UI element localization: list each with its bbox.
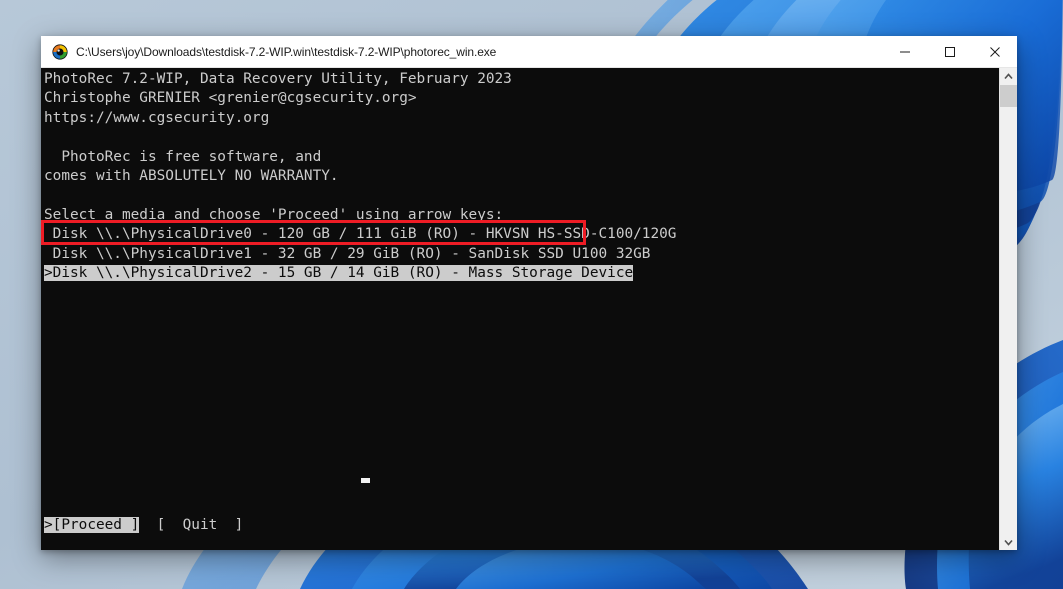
console-line-blank-13 [44,477,989,496]
maximize-icon [944,46,955,57]
vertical-scrollbar[interactable] [999,68,1017,550]
console-line-banner-version: PhotoRec 7.2-WIP, Data Recovery Utility,… [44,71,512,87]
terminal-area: PhotoRec 7.2-WIP, Data Recovery Utility,… [41,68,1017,550]
terminal-screen[interactable]: PhotoRec 7.2-WIP, Data Recovery Utility,… [41,68,989,550]
minimize-icon [899,51,910,52]
window-controls [882,36,1017,67]
chevron-up-icon [1004,73,1013,80]
console-line-blank-4 [44,303,989,322]
photorec-app-icon [52,43,68,60]
scrollbar-thumb[interactable] [1000,85,1017,107]
text-cursor [361,478,370,483]
maximize-button[interactable] [927,36,972,67]
console-line-blank-3 [44,283,989,302]
console-line-blank-5 [44,322,989,341]
console-line-blank-6 [44,341,989,360]
minimize-button[interactable] [882,36,927,67]
close-icon [989,46,1000,57]
disk-list-item-physicaldrive2-label: >Disk \\.\PhysicalDrive2 - 15 GB / 14 Gi… [44,264,634,281]
disk-list-item-physicaldrive2-selected[interactable]: >Disk \\.\PhysicalDrive2 - 15 GB / 14 Gi… [44,264,989,283]
console-line-blank-1 [44,128,989,147]
scrollbar-down-button[interactable] [1000,534,1017,550]
scrollbar-track[interactable] [1000,85,1017,534]
disk-list-item-physicaldrive1[interactable]: Disk \\.\PhysicalDrive1 - 32 GB / 29 GiB… [44,245,989,264]
console-line-blank-10 [44,419,989,438]
proceed-button[interactable]: >[Proceed ] [44,516,140,533]
console-line-blank-7 [44,361,989,380]
close-button[interactable] [972,36,1017,67]
console-line-license-2: comes with ABSOLUTELY NO WARRANTY. [44,167,339,184]
console-line-prompt-select: Select a media and choose 'Proceed' usin… [44,206,504,223]
button-gap [139,517,156,533]
chevron-down-icon [1004,539,1013,546]
window-title: C:\Users\joy\Downloads\testdisk-7.2-WIP.… [76,44,497,59]
title-bar[interactable]: C:\Users\joy\Downloads\testdisk-7.2-WIP.… [41,36,1017,68]
quit-button[interactable]: [ Quit ] [157,517,244,533]
photorec-console-window: C:\Users\joy\Downloads\testdisk-7.2-WIP.… [41,36,1017,550]
console-line-license-1: PhotoRec is free software, and [44,148,322,165]
console-line-banner-url: https://www.cgsecurity.org [44,109,270,126]
action-buttons-row: >[Proceed ] [ Quit ] [44,516,989,535]
console-line-blank-12 [44,458,989,477]
scrollbar-gutter-spacer [989,68,994,550]
disk-list-item-physicaldrive0[interactable]: Disk \\.\PhysicalDrive0 - 120 GB / 111 G… [44,225,989,244]
console-line-blank-15 [44,535,989,550]
console-line-blank-2 [44,186,989,205]
console-line-blank-14 [44,497,989,516]
scrollbar-up-button[interactable] [1000,68,1017,85]
console-line-blank-8 [44,380,989,399]
console-line-blank-11 [44,438,989,457]
console-line-blank-9 [44,400,989,419]
console-line-banner-author: Christophe GRENIER <grenier@cgsecurity.o… [44,90,417,107]
